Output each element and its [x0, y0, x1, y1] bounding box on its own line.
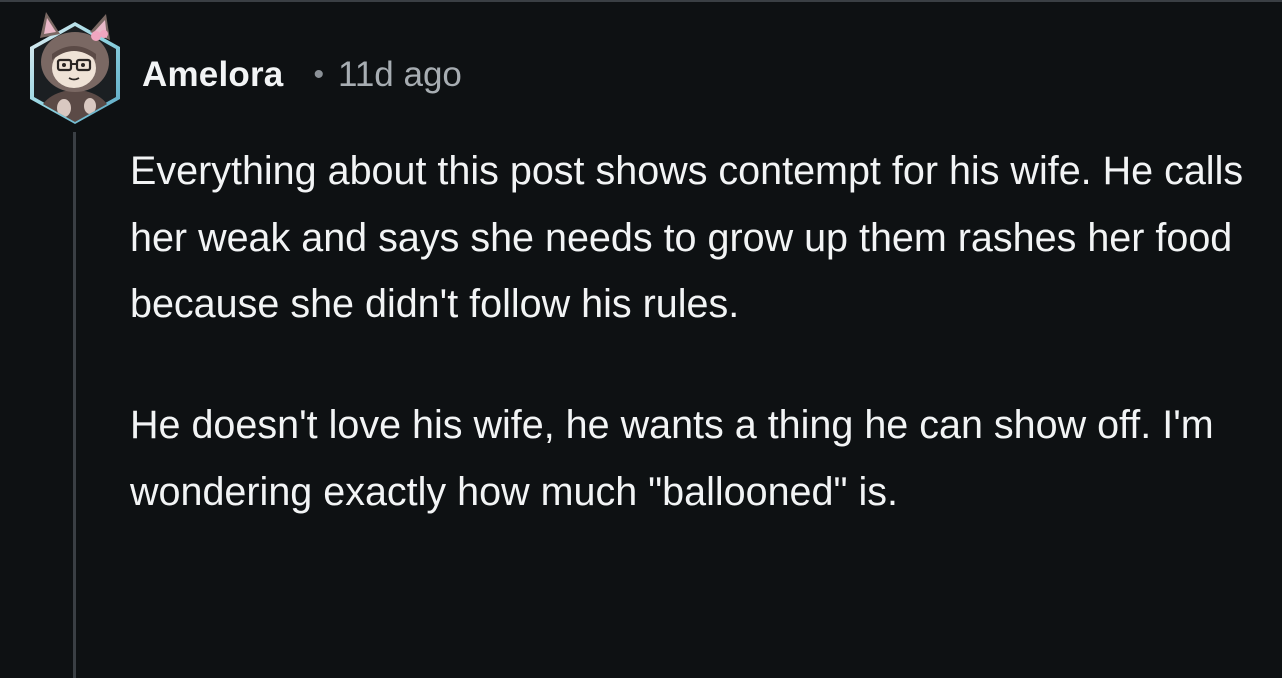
comment-meta: Amelora • 11d ago — [142, 50, 462, 100]
thread-line[interactable] — [73, 132, 76, 678]
comment-paragraph: He doesn't love his wife, he wants a thi… — [130, 403, 1214, 514]
top-divider — [0, 0, 1282, 2]
comment-timestamp[interactable]: 11d ago — [338, 55, 462, 95]
author-username[interactable]: Amelora — [142, 55, 283, 95]
comment-body: Everything about this post shows contemp… — [130, 138, 1260, 526]
avatar-icon — [30, 12, 120, 124]
comment-paragraph: Everything about this post shows contemp… — [130, 149, 1244, 327]
meta-separator: • — [313, 58, 324, 91]
avatar[interactable] — [26, 12, 124, 126]
